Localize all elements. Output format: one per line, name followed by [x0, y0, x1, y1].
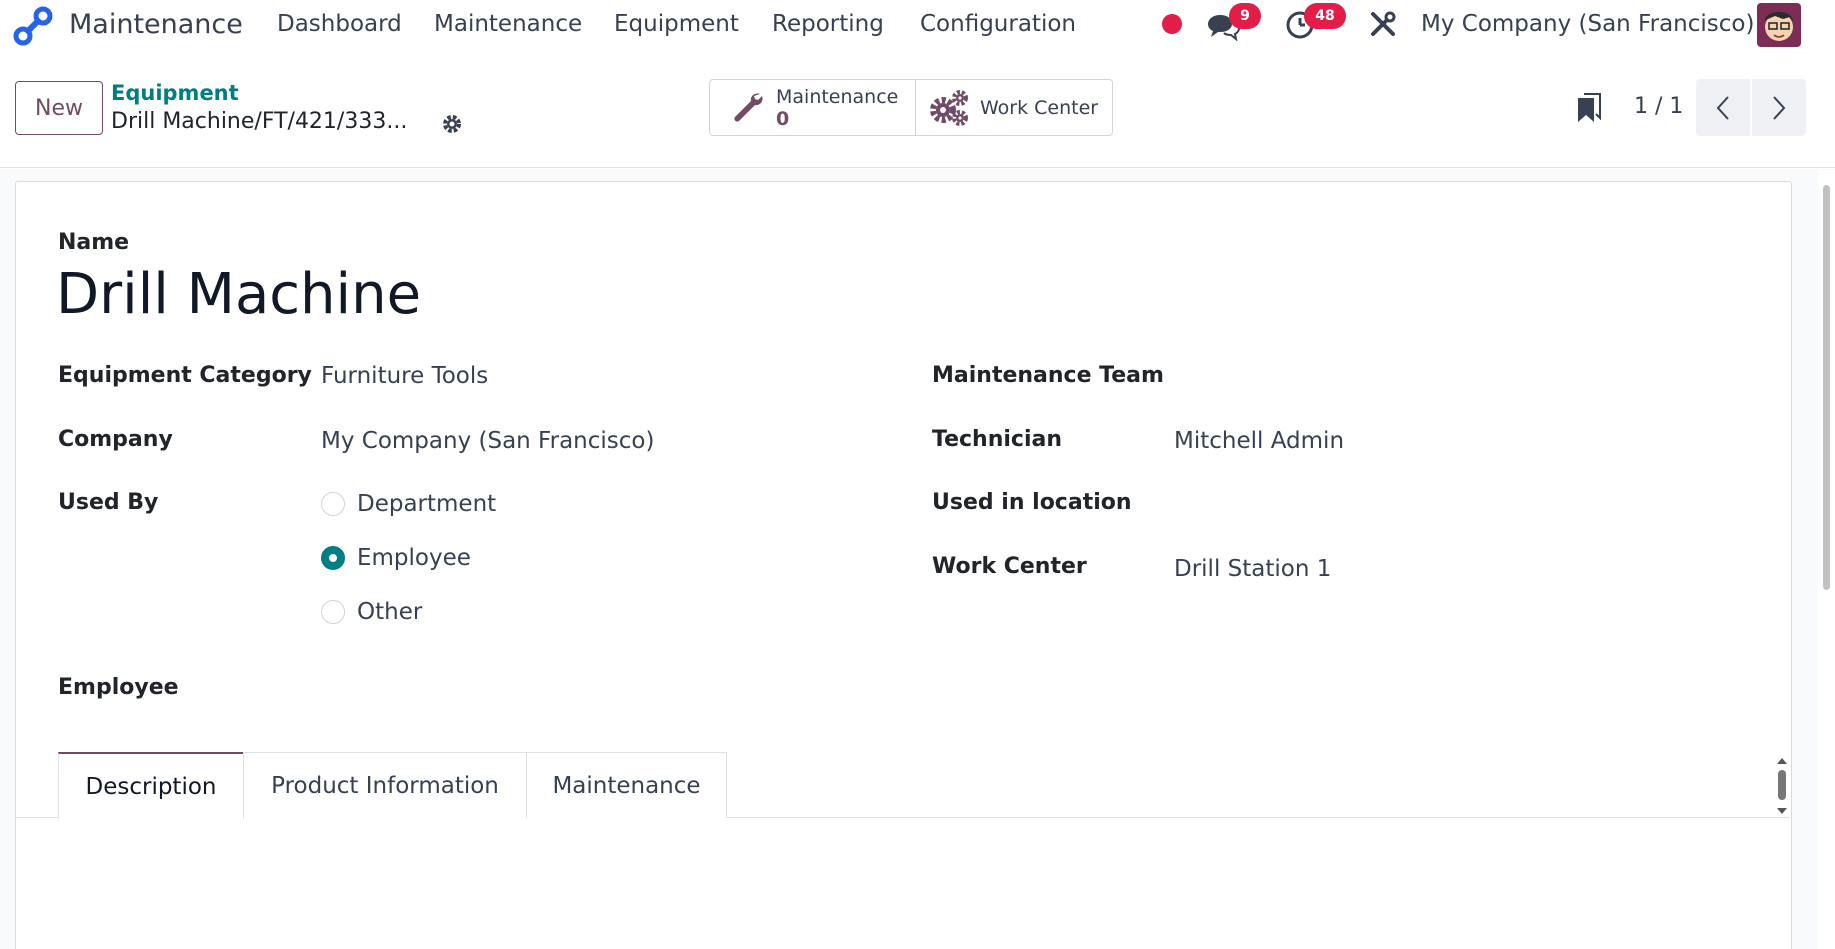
app-name[interactable]: Maintenance — [69, 9, 243, 40]
avatar-image-icon — [1757, 3, 1801, 47]
chevron-left-icon — [1716, 95, 1729, 120]
status-dot-icon[interactable] — [1161, 13, 1183, 35]
control-panel: New Equipment Drill Machine/FT/421/333..… — [0, 48, 1835, 168]
name-field[interactable]: Drill Machine — [56, 262, 421, 327]
smart-buttons: Maintenance 0 Work Center — [709, 79, 1113, 136]
page-scrollbar-thumb[interactable] — [1823, 185, 1830, 590]
work-center-smart-button[interactable]: Work Center — [916, 80, 1112, 135]
new-button[interactable]: New — [15, 81, 103, 135]
used-by-department-radio[interactable]: Department — [321, 491, 496, 517]
used-in-location-field[interactable] — [1174, 490, 1574, 518]
equipment-category-field[interactable]: Furniture Tools — [321, 363, 488, 389]
company-label: Company — [58, 427, 173, 452]
used-by-other-radio[interactable]: Other — [321, 599, 422, 625]
user-avatar[interactable] — [1757, 3, 1801, 47]
menu-dashboard[interactable]: Dashboard — [277, 11, 402, 37]
maintenance-app-logo-icon[interactable] — [12, 5, 54, 47]
menu-configuration[interactable]: Configuration — [920, 11, 1076, 37]
radio-label: Department — [357, 491, 497, 517]
menu-reporting[interactable]: Reporting — [772, 11, 884, 37]
gears-icon — [930, 89, 968, 126]
maintenance-team-label: Maintenance Team — [932, 363, 1164, 388]
pager-value[interactable]: 1 / 1 — [1634, 94, 1683, 119]
maintenance-smart-button[interactable]: Maintenance 0 — [710, 80, 916, 135]
used-by-employee-radio[interactable]: Employee — [321, 545, 471, 571]
radio-label: Other — [357, 599, 423, 625]
messages-badge: 9 — [1229, 3, 1261, 29]
tab-product-information[interactable]: Product Information — [243, 752, 527, 818]
equipment-category-label: Equipment Category — [58, 363, 312, 388]
record-actions-gear-icon[interactable] — [440, 112, 464, 136]
debug-tools-icon[interactable] — [1369, 10, 1397, 38]
maintenance-smart-label: Maintenance — [776, 85, 899, 108]
technician-field[interactable]: Mitchell Admin — [1174, 428, 1344, 454]
tabs-scrollbar[interactable] — [1776, 758, 1788, 814]
radio-button-checked-icon — [321, 546, 345, 570]
menu-maintenance[interactable]: Maintenance — [434, 11, 582, 37]
employee-label: Employee — [58, 675, 179, 700]
company-field[interactable]: My Company (San Francisco) — [321, 428, 654, 454]
activities-badge: 48 — [1304, 3, 1346, 29]
company-switcher[interactable]: My Company (San Francisco) — [1421, 11, 1754, 37]
name-label: Name — [58, 230, 130, 255]
menu-equipment[interactable]: Equipment — [614, 11, 739, 37]
used-in-location-label: Used in location — [932, 490, 1132, 515]
top-navbar: Maintenance Dashboard Maintenance Equipm… — [0, 0, 1835, 48]
work-center-label: Work Center — [932, 554, 1087, 579]
radio-button-icon — [321, 600, 345, 624]
work-center-field[interactable]: Drill Station 1 — [1174, 556, 1331, 582]
radio-label: Employee — [357, 545, 471, 571]
bookmark-icon[interactable] — [1576, 92, 1602, 124]
technician-label: Technician — [932, 427, 1063, 452]
chevron-right-icon — [1773, 95, 1786, 120]
wrench-icon — [734, 92, 763, 122]
tab-description[interactable]: Description — [58, 752, 244, 819]
breadcrumb-equipment[interactable]: Equipment — [111, 81, 239, 105]
work-center-smart-label: Work Center — [980, 96, 1099, 119]
pager-next-button[interactable] — [1752, 79, 1806, 136]
radio-button-icon — [321, 492, 345, 516]
maintenance-team-field[interactable] — [1174, 363, 1574, 391]
breadcrumb-current-record: Drill Machine/FT/421/333... — [111, 109, 408, 134]
pager-previous-button[interactable] — [1696, 79, 1750, 136]
maintenance-count: 0 — [776, 107, 790, 130]
tab-maintenance[interactable]: Maintenance — [526, 752, 727, 818]
used-by-label: Used By — [58, 490, 159, 515]
